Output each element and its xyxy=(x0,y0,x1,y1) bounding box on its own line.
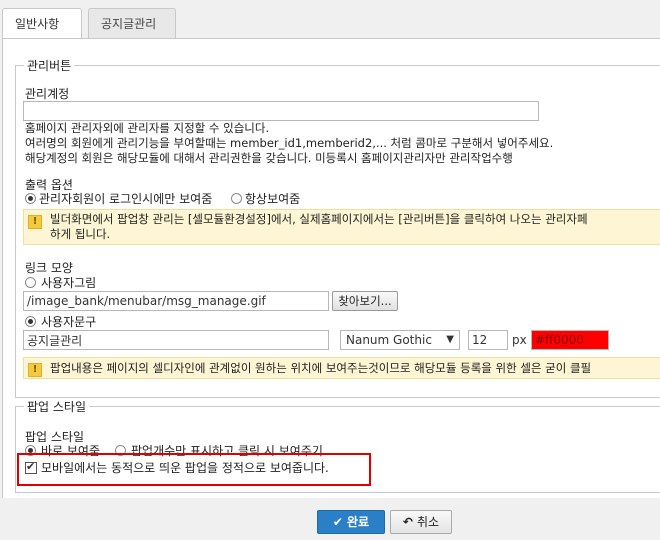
caret-down-icon: ▼ xyxy=(446,334,454,345)
font-family-select[interactable]: Nanum Gothic ▼ xyxy=(340,330,460,350)
popup-style-legend: 팝업 스타일 xyxy=(24,398,90,415)
check-icon: ✔ xyxy=(332,515,343,529)
user-image-label: 사용자그림 xyxy=(41,276,97,290)
admin-button-legend: 관리버튼 xyxy=(24,57,75,74)
font-size-unit: px xyxy=(512,333,527,347)
output-login-only-label: 관리자회원이 로그인시에만 보여줌 xyxy=(39,192,213,206)
mobile-static-checkbox[interactable] xyxy=(25,460,37,474)
undo-icon: ↶ xyxy=(402,515,413,529)
builder-notice-line-2: 하게 됩니다. xyxy=(50,227,111,241)
admin-desc-line-2: 여러명의 회원에게 관리기능을 부여할때는 member_id1,memberi… xyxy=(25,136,554,150)
builder-notice-box: ! 빌더화면에서 팝업창 관리는 [셀모듈환경설정]에서, 실제홈페이지에서는 … xyxy=(23,209,660,245)
user-image-radio[interactable] xyxy=(25,277,36,288)
confirm-button[interactable]: ✔ 완료 xyxy=(317,510,385,534)
output-login-only-radio[interactable] xyxy=(25,193,36,204)
exclamation-icon: ! xyxy=(28,363,42,377)
cancel-button[interactable]: ↶ 취소 xyxy=(390,510,452,534)
font-size-input[interactable] xyxy=(468,330,508,350)
browse-button[interactable]: 찾아보기... xyxy=(332,291,398,311)
admin-account-label: 관리계정 xyxy=(25,87,70,101)
admin-desc-line-1: 홈페이지 관리자외에 관리자를 지정할 수 있습니다. xyxy=(25,121,270,135)
cancel-button-label: 취소 xyxy=(416,515,440,529)
output-always-label: 항상보여줌 xyxy=(245,192,301,206)
font-color-input[interactable]: #ff0000 xyxy=(531,330,609,350)
popup-content-notice-text: 팝업내용은 페이지의 셀디자인에 관계없이 원하는 위치에 보여주는것이므로 해… xyxy=(50,361,592,375)
confirm-button-label: 완료 xyxy=(346,515,370,529)
builder-notice-line-1: 빌더화면에서 팝업창 관리는 [셀모듈환경설정]에서, 실제홈페이지에서는 [관… xyxy=(50,212,588,226)
tab-bar: 일반사항 공지글관리 xyxy=(0,0,660,39)
exclamation-icon: ! xyxy=(28,215,42,229)
popup-content-notice-box: ! 팝업내용은 페이지의 셀디자인에 관계없이 원하는 위치에 보여주는것이므로… xyxy=(23,357,660,379)
tab-general[interactable]: 일반사항 xyxy=(2,8,82,39)
admin-account-input[interactable] xyxy=(23,101,539,121)
tab-notice-management[interactable]: 공지글관리 xyxy=(88,8,176,38)
user-text-input[interactable] xyxy=(23,330,329,350)
image-path-input[interactable] xyxy=(23,291,329,311)
font-family-value: Nanum Gothic xyxy=(346,333,432,347)
admin-desc-line-3: 해당계정의 회원은 해당모듈에 대해서 관리권한을 갖습니다. 미등록시 홈페이… xyxy=(25,151,513,165)
mobile-static-label: 모바일에서는 동적으로 띄운 팝업을 정적으로 보여줍니다. xyxy=(41,461,329,475)
settings-panel: 관리버튼 관리계정 홈페이지 관리자외에 관리자를 지정할 수 있습니다. 여러… xyxy=(2,38,660,498)
output-always-radio[interactable] xyxy=(231,193,242,204)
user-text-label: 사용자문구 xyxy=(41,315,97,329)
user-text-radio[interactable] xyxy=(25,316,36,327)
